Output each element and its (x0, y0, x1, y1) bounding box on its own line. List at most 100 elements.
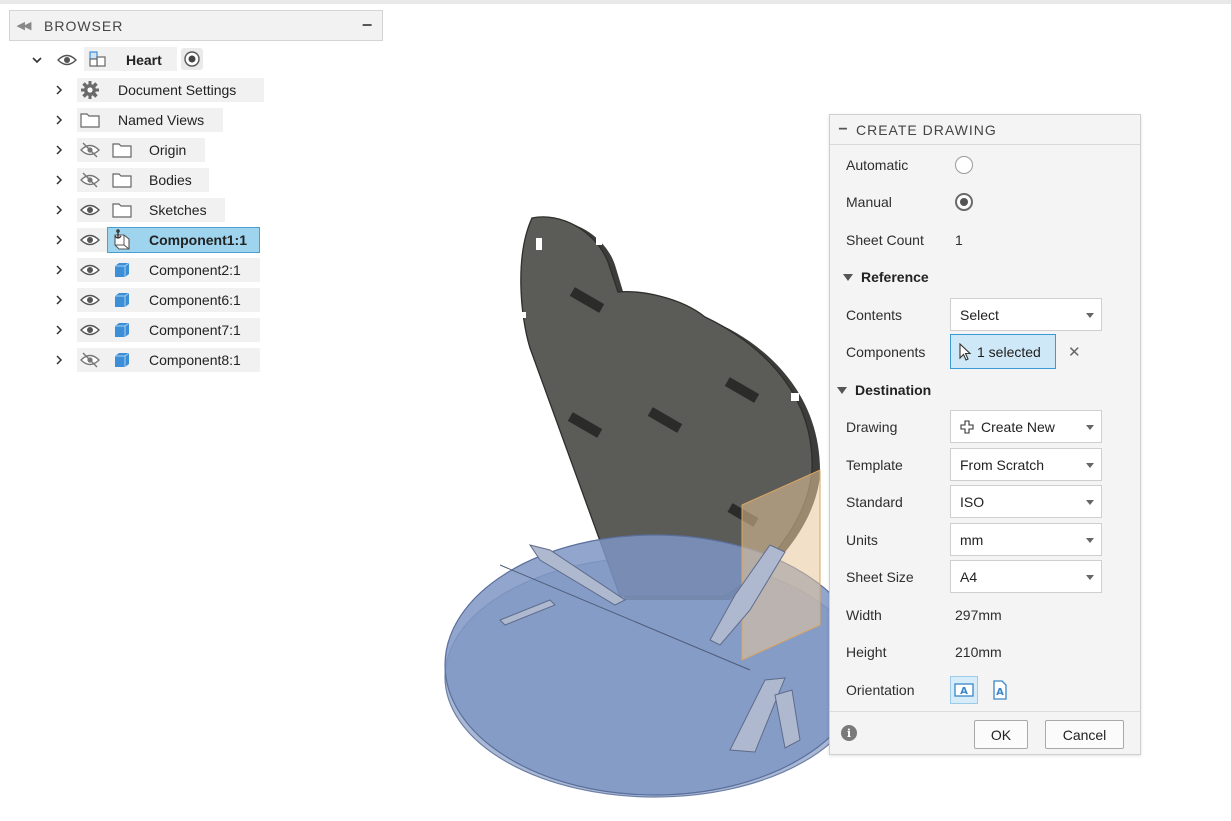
dropdown-caret-icon (1086, 425, 1094, 430)
dropdown-caret-icon (1086, 575, 1094, 580)
tree-item-label: Document Settings (118, 82, 237, 98)
chevron-right-icon[interactable] (53, 174, 65, 186)
folder-icon (111, 139, 133, 161)
eye-icon[interactable] (79, 289, 101, 311)
activate-radio-icon[interactable] (181, 48, 203, 70)
sheet-count-label: Sheet Count (846, 232, 924, 248)
eye-icon[interactable] (79, 319, 101, 341)
sheet-size-label: Sheet Size (846, 569, 914, 585)
tree-item-label: Component2:1 (149, 262, 241, 278)
info-icon[interactable]: i (841, 725, 857, 741)
clear-selection-icon[interactable]: ✕ (1068, 343, 1081, 361)
template-label: Template (846, 457, 903, 473)
standard-label: Standard (846, 494, 903, 510)
browser-title: BROWSER (44, 17, 124, 34)
eye-icon[interactable] (79, 259, 101, 281)
width-label: Width (846, 607, 882, 623)
folder-icon (79, 109, 101, 131)
component-icon (111, 349, 133, 371)
chevron-right-icon[interactable] (53, 234, 65, 246)
reference-section-header[interactable]: Reference (843, 269, 929, 285)
cursor-arrow-icon (959, 342, 972, 361)
chevron-right-icon[interactable] (53, 114, 65, 126)
collapse-panel-icon[interactable]: ◀◀ (10, 19, 36, 32)
sheet-size-select[interactable]: A4 (950, 560, 1102, 593)
components-label: Components (846, 344, 926, 360)
units-select[interactable]: mm (950, 523, 1102, 556)
tree-item-label: Bodies (149, 172, 192, 188)
automatic-radio[interactable] (955, 156, 973, 174)
standard-value: ISO (960, 493, 985, 510)
chevron-right-icon[interactable] (53, 264, 65, 276)
component-icon (111, 319, 133, 341)
create-new-plus-icon (960, 419, 974, 434)
chevron-down-icon[interactable] (31, 54, 43, 66)
chevron-right-icon[interactable] (53, 354, 65, 366)
triangle-down-icon (843, 273, 853, 281)
automatic-label: Automatic (846, 157, 909, 173)
landscape-orientation-icon[interactable]: A (950, 676, 978, 704)
eye-hidden-icon[interactable] (79, 169, 101, 191)
chevron-right-icon[interactable] (53, 84, 65, 96)
components-value: 1 selected (977, 343, 1041, 360)
dropdown-caret-icon (1086, 500, 1094, 505)
eye-icon[interactable] (56, 49, 78, 71)
drawing-value: Create New (981, 418, 1055, 435)
tree-item-label: Sketches (149, 202, 207, 218)
collapse-dialog-icon[interactable]: − (830, 121, 856, 139)
drawing-select[interactable]: Create New (950, 410, 1102, 443)
dialog-footer: i OK Cancel (830, 711, 1140, 755)
portrait-orientation-icon[interactable]: A (986, 676, 1014, 704)
component-icon (111, 259, 133, 281)
dialog-header: − CREATE DRAWING (830, 115, 1140, 145)
drawing-label: Drawing (846, 419, 898, 435)
tree-item-label: Component8:1 (149, 352, 241, 368)
manual-radio[interactable] (955, 193, 973, 211)
chevron-right-icon[interactable] (53, 294, 65, 306)
units-value: mm (960, 531, 984, 548)
eye-icon[interactable] (79, 199, 101, 221)
eye-hidden-icon[interactable] (79, 349, 101, 371)
folder-icon (111, 169, 133, 191)
tree-item-label: Component7:1 (149, 322, 241, 338)
dropdown-caret-icon (1086, 538, 1094, 543)
dropdown-caret-icon (1086, 313, 1094, 318)
folder-icon (111, 199, 133, 221)
component-anchor-icon (110, 229, 132, 251)
tree-item-label: Component1:1 (149, 232, 247, 248)
chevron-right-icon[interactable] (53, 204, 65, 216)
gear-icon (79, 79, 101, 101)
destination-section-header[interactable]: Destination (837, 382, 931, 398)
contents-value: Select (960, 306, 999, 323)
chevron-right-icon[interactable] (53, 144, 65, 156)
tree-item-label: Component6:1 (149, 292, 241, 308)
chevron-right-icon[interactable] (53, 324, 65, 336)
standard-select[interactable]: ISO (950, 485, 1102, 518)
destination-section-label: Destination (855, 382, 932, 398)
component-icon (111, 289, 133, 311)
template-select[interactable]: From Scratch (950, 448, 1102, 481)
eye-icon[interactable] (79, 229, 101, 251)
tree-item-label: Named Views (118, 112, 205, 128)
browser-header: ◀◀ BROWSER − (9, 10, 383, 41)
tree-item-label: Origin (149, 142, 187, 158)
triangle-down-icon (837, 386, 847, 394)
top-strip (0, 0, 1231, 4)
minimize-icon[interactable]: − (352, 15, 382, 36)
manual-label: Manual (846, 194, 892, 210)
units-label: Units (846, 532, 878, 548)
dropdown-caret-icon (1086, 463, 1094, 468)
model-viewport[interactable] (420, 200, 850, 820)
root-label: Heart (126, 52, 162, 68)
assembly-icon (87, 48, 109, 70)
components-selection-button[interactable]: 1 selected (950, 334, 1056, 369)
svg-text:A: A (996, 687, 1004, 698)
cancel-button[interactable]: Cancel (1045, 720, 1124, 749)
ok-button[interactable]: OK (974, 720, 1028, 749)
orientation-label: Orientation (846, 682, 915, 698)
create-drawing-dialog: − CREATE DRAWING Automatic Manual Sheet … (829, 114, 1141, 755)
width-value: 297mm (955, 607, 1002, 623)
contents-select[interactable]: Select (950, 298, 1102, 331)
svg-text:A: A (960, 686, 968, 697)
eye-hidden-icon[interactable] (79, 139, 101, 161)
